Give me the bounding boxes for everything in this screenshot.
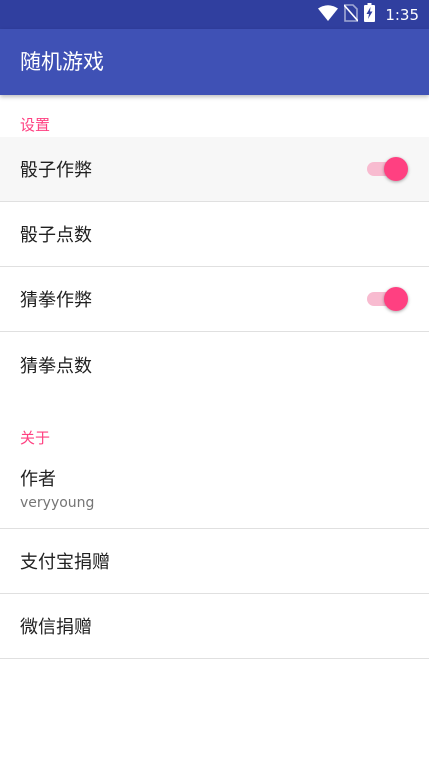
- rps-cheat-switch[interactable]: [367, 287, 408, 311]
- status-bar: 1:35: [0, 0, 429, 29]
- pref-rps-cheat[interactable]: 猜拳作弊: [0, 267, 429, 332]
- pref-author[interactable]: 作者 veryyoung: [0, 448, 429, 529]
- no-sim-icon: [343, 3, 359, 26]
- pref-alipay-donate[interactable]: 支付宝捐赠: [0, 529, 429, 594]
- wifi-icon: [318, 4, 339, 25]
- pref-dice-cheat[interactable]: 骰子作弊: [0, 137, 429, 202]
- pref-label: 猜拳作弊: [20, 290, 92, 311]
- category-settings: 设置: [20, 116, 51, 134]
- preference-list: 设置 骰子作弊 骰子点数 猜拳作弊 猜拳点数 关于 作者 veryyoung 支…: [0, 95, 429, 659]
- dice-cheat-switch[interactable]: [367, 157, 408, 181]
- app-title: 随机游戏: [20, 50, 104, 74]
- pref-label: 微信捐赠: [20, 617, 92, 638]
- pref-rps-points[interactable]: 猜拳点数: [0, 332, 429, 397]
- category-about: 关于: [20, 429, 51, 447]
- pref-summary: veryyoung: [20, 495, 95, 511]
- status-time: 1:35: [385, 5, 419, 24]
- pref-label: 骰子点数: [20, 225, 92, 246]
- pref-label: 支付宝捐赠: [20, 552, 110, 573]
- status-icons: 1:35: [318, 0, 419, 29]
- pref-label: 作者: [20, 469, 56, 490]
- pref-label: 骰子作弊: [20, 160, 92, 181]
- pref-dice-points[interactable]: 骰子点数: [0, 202, 429, 267]
- app-bar: 随机游戏: [0, 29, 429, 95]
- switch-thumb: [384, 157, 408, 181]
- pref-wechat-donate[interactable]: 微信捐赠: [0, 594, 429, 659]
- battery-charging-icon: [364, 3, 376, 26]
- switch-thumb: [384, 287, 408, 311]
- pref-label: 猜拳点数: [20, 355, 92, 377]
